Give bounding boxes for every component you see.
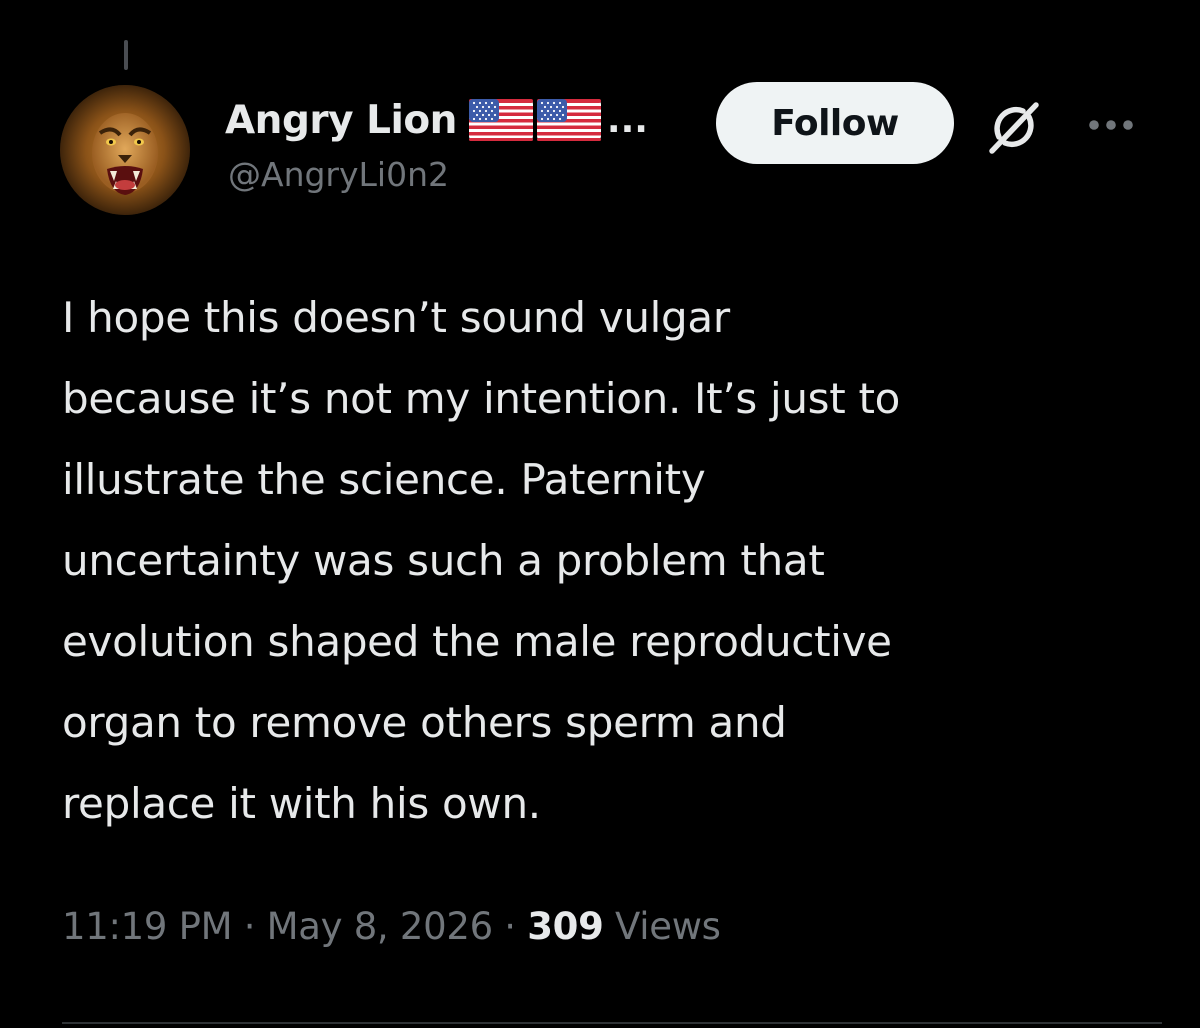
views-label[interactable]: Views (615, 905, 721, 948)
meta-separator: · (504, 905, 516, 948)
author-display-name[interactable]: Angry Lion (225, 98, 457, 143)
tweet-text-line: uncertainty was such a problem that (62, 536, 825, 585)
author-name-row[interactable]: Angry Lion ... (225, 92, 648, 148)
more-options-icon[interactable] (1082, 105, 1142, 145)
meta-separator: · (243, 905, 256, 948)
tweet-text-line: organ to remove others sperm and (62, 698, 787, 747)
author-handle[interactable]: @AngryLi0n2 (228, 155, 449, 194)
tweet-text-line: replace it with his own. (62, 779, 541, 828)
thread-connector-line (124, 40, 128, 70)
follow-button[interactable]: Follow (716, 82, 954, 164)
grok-icon[interactable] (982, 95, 1046, 159)
us-flag-icon (468, 99, 533, 141)
views-count[interactable]: 309 (527, 905, 604, 948)
author-avatar[interactable] (60, 85, 190, 215)
divider (62, 1022, 1162, 1024)
tweet-text-line: I hope this doesn’t sound vulgar (62, 293, 730, 342)
name-truncation-ellipsis: ... (606, 99, 648, 141)
us-flag-icon (536, 99, 601, 141)
tweet-time[interactable]: 11:19 PM (62, 905, 233, 948)
lion-avatar-icon (60, 85, 190, 215)
tweet-date[interactable]: May 8, 2026 (267, 905, 493, 948)
tweet-text-line: because it’s not my intention. It’s just… (62, 374, 901, 423)
tweet-text-line: illustrate the science. Paternity (62, 455, 706, 504)
tweet-text: I hope this doesn’t sound vulgar because… (62, 277, 1152, 844)
tweet-meta: 11:19 PM · May 8, 2026 · 309 Views (62, 905, 721, 948)
tweet-text-line: evolution shaped the male reproductive (62, 617, 892, 666)
